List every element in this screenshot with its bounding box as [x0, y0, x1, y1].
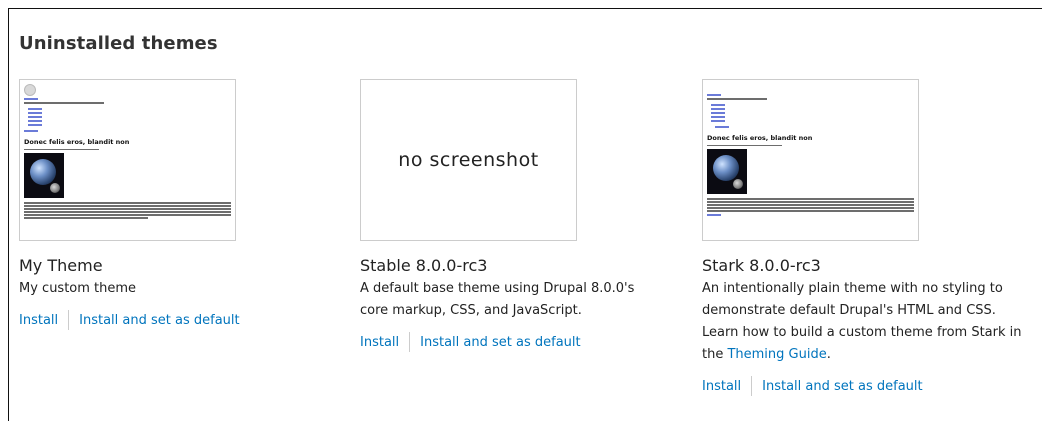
install-link[interactable]: Install — [360, 335, 399, 350]
install-default-link[interactable]: Install and set as default — [762, 379, 922, 394]
theme-actions: Install Install and set as default — [19, 310, 339, 330]
no-screenshot-text: no screenshot — [398, 149, 539, 171]
theme-name: Stark 8.0.0-rc3 — [702, 256, 821, 275]
theme-description: An intentionally plain theme with no sty… — [702, 278, 1032, 366]
theme-actions: Install Install and set as default — [702, 376, 1037, 396]
link-divider — [68, 310, 70, 330]
theme-preview-image: Donec felis eros, blandit non — [24, 84, 231, 236]
earth-image-icon — [24, 153, 64, 198]
link-divider — [751, 376, 753, 396]
theme-actions: Install Install and set as default — [360, 332, 680, 352]
theme-description-end: . — [826, 347, 831, 362]
install-link[interactable]: Install — [702, 379, 741, 394]
theme-description: My custom theme — [19, 281, 137, 296]
theming-guide-link[interactable]: Theming Guide — [727, 347, 826, 362]
theme-screenshot: Donec felis eros, blandit non — [19, 79, 236, 241]
theme-card-my-theme: Donec felis eros, blandit non My Theme M… — [19, 79, 339, 330]
theme-name: Stable 8.0.0-rc3 — [360, 256, 488, 275]
theme-name: My Theme — [19, 256, 103, 275]
theme-preview-image: Donec felis eros, blandit non — [707, 84, 914, 236]
preview-heading: Donec felis eros, blandit non — [707, 133, 813, 142]
theme-card-stark: Donec felis eros, blandit non Stark 8.0.… — [702, 79, 1037, 396]
install-link[interactable]: Install — [19, 313, 58, 328]
theme-screenshot: Donec felis eros, blandit non — [702, 79, 919, 241]
theme-card-stable: no screenshot Stable 8.0.0-rc3 A default… — [360, 79, 680, 352]
section-title: Uninstalled themes — [19, 33, 218, 54]
preview-heading: Donec felis eros, blandit non — [24, 137, 130, 146]
install-default-link[interactable]: Install and set as default — [79, 313, 239, 328]
link-divider — [409, 332, 411, 352]
install-default-link[interactable]: Install and set as default — [420, 335, 580, 350]
theme-description: A default base theme using Drupal 8.0.0'… — [360, 281, 635, 318]
logo-icon — [24, 84, 36, 96]
theme-screenshot-placeholder: no screenshot — [360, 79, 577, 241]
earth-image-icon — [707, 149, 747, 194]
